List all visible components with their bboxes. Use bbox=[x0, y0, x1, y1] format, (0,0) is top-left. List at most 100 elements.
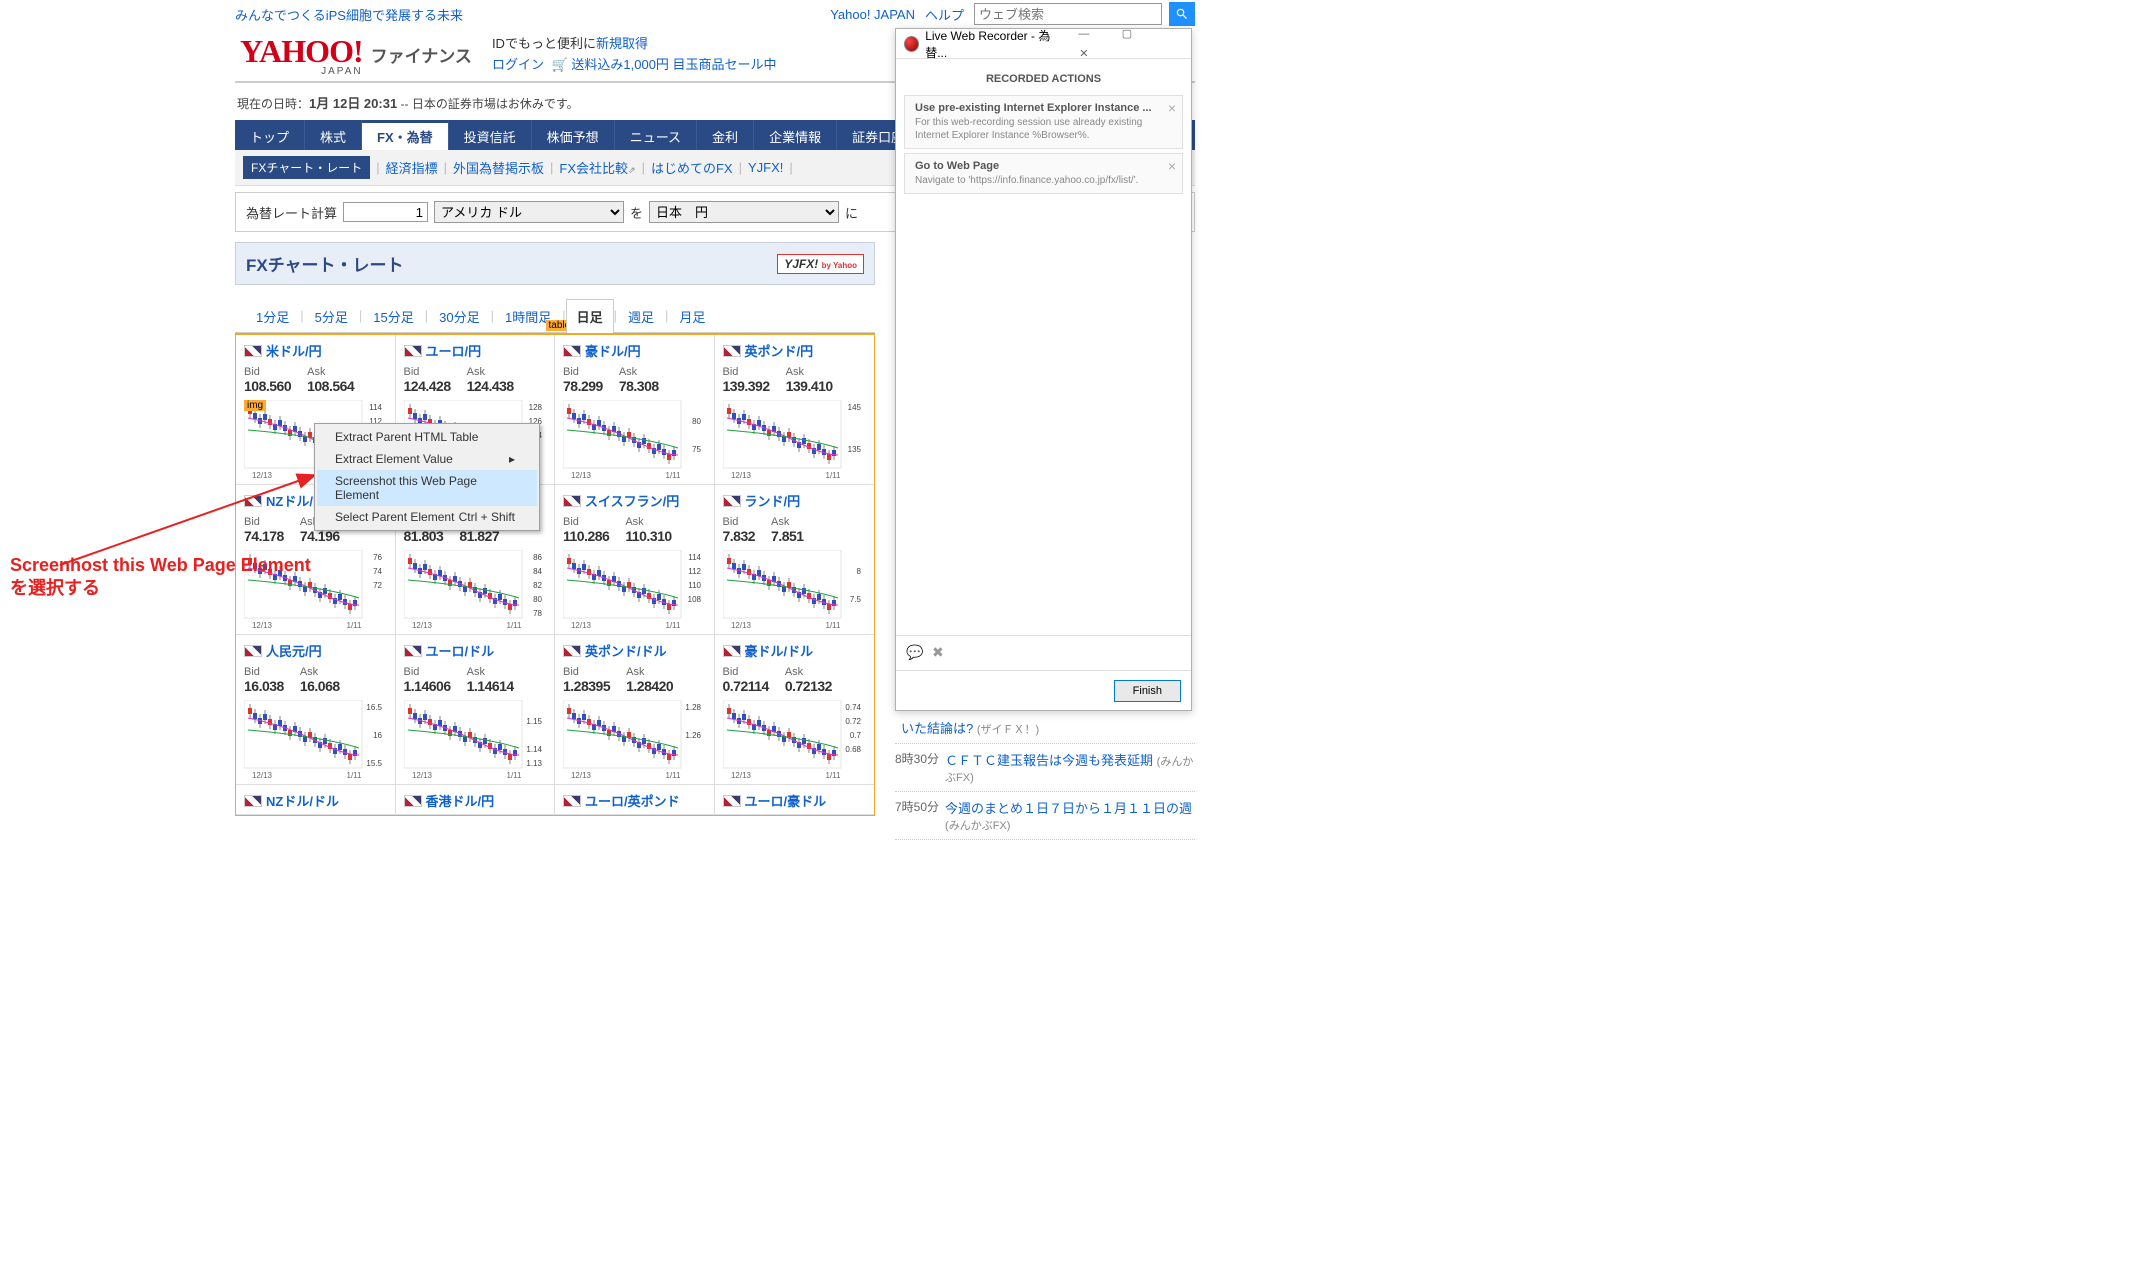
rate-cell[interactable]: 人民元/円 Bid16.038 Ask16.068 16.51615.512/1… bbox=[236, 635, 396, 785]
rate-cell[interactable]: 豪ドル/ドル Bid0.72114 Ask0.72132 0.740.720.7… bbox=[715, 635, 875, 785]
context-menu-item[interactable]: Extract Parent HTML Table bbox=[317, 426, 537, 448]
yjfx-badge[interactable]: YJFX! by Yahoo bbox=[777, 254, 864, 274]
news-item[interactable]: いた結論は? (ザイＦＸ！) bbox=[895, 712, 1195, 744]
rate-cell[interactable]: 香港ドル/円 bbox=[396, 785, 556, 815]
mini-chart: 16.51615.512/131/11 bbox=[244, 700, 387, 780]
timeframe-tab[interactable]: 日足 bbox=[566, 299, 614, 333]
svg-text:12/13: 12/13 bbox=[730, 771, 751, 780]
pair-name[interactable]: 英ポンド/円 bbox=[723, 341, 867, 360]
rate-cell[interactable]: 英ポンド/ドル Bid1.28395 Ask1.28420 1.281.2612… bbox=[555, 635, 715, 785]
svg-text:0.72: 0.72 bbox=[845, 717, 861, 726]
news-item[interactable]: 8時30分ＣＦＴＣ建玉報告は今週も発表延期 (みんかぶFX) bbox=[895, 744, 1195, 792]
subnav-item[interactable]: FX会社比較⇗ bbox=[559, 158, 635, 177]
flag-icon bbox=[244, 345, 262, 357]
close-button[interactable]: ✕ bbox=[1064, 44, 1104, 64]
svg-text:7.5: 7.5 bbox=[849, 595, 861, 604]
calc-to-select[interactable]: 日本 円 bbox=[649, 201, 839, 223]
yahoo-japan-link[interactable]: Yahoo! JAPAN bbox=[830, 7, 915, 22]
delete-icon[interactable]: ✖ bbox=[932, 644, 950, 658]
timeframe-tab[interactable]: 月足 bbox=[668, 299, 716, 333]
subnav-item[interactable]: はじめてのFX bbox=[651, 158, 733, 177]
svg-text:12/13: 12/13 bbox=[571, 621, 592, 630]
shopping-promo-link[interactable]: 送料込み1,000円 目玉商品セール中 bbox=[571, 57, 776, 72]
context-menu-item[interactable]: Extract Element Value▸ bbox=[317, 448, 537, 470]
pair-name[interactable]: 米ドル/円 bbox=[244, 341, 387, 360]
rate-cell[interactable]: 豪ドル/円 Bid78.299 Ask78.308 807512/131/11 bbox=[555, 335, 715, 485]
svg-text:1.28: 1.28 bbox=[685, 703, 701, 712]
nav-tab[interactable]: 企業情報 bbox=[754, 120, 837, 150]
rate-cell[interactable]: ユーロ/豪ドル bbox=[715, 785, 875, 815]
news-item[interactable]: 7時50分今週のまとめ１日７日から１月１１日の週 (みんかぶFX) bbox=[895, 792, 1195, 840]
timeframe-tab[interactable]: 1分足 bbox=[245, 299, 300, 333]
pair-name[interactable]: 豪ドル/円 bbox=[563, 341, 706, 360]
nav-tab[interactable]: 投資信託 bbox=[449, 120, 532, 150]
svg-text:145: 145 bbox=[847, 403, 861, 412]
rate-cell[interactable]: ユーロ/英ポンド bbox=[555, 785, 715, 815]
subnav-item[interactable]: YJFX! bbox=[748, 160, 783, 175]
recorded-action[interactable]: × Go to Web PageNavigate to 'https://inf… bbox=[904, 153, 1183, 194]
rate-cell[interactable]: 英ポンド/円 Bid139.392 Ask139.410 14513512/13… bbox=[715, 335, 875, 485]
pair-name[interactable]: 人民元/円 bbox=[244, 641, 387, 660]
flag-icon bbox=[244, 645, 262, 657]
timeframe-tabs: 1分足|5分足|15分足|30分足|1時間足table|日足|週足|月足 bbox=[235, 299, 875, 333]
pair-name[interactable]: 香港ドル/円 bbox=[404, 791, 547, 810]
pair-name[interactable]: ランド/円 bbox=[723, 491, 867, 510]
nav-tab[interactable]: 株価予想 bbox=[532, 120, 615, 150]
rate-cell[interactable]: NZドル/ドル bbox=[236, 785, 396, 815]
nav-tab[interactable]: FX・為替 bbox=[362, 120, 449, 150]
flag-icon bbox=[404, 345, 422, 357]
flag-icon bbox=[244, 795, 262, 807]
search-input[interactable] bbox=[974, 3, 1162, 25]
logo-yahoo[interactable]: YAHOO! JAPAN bbox=[240, 33, 363, 77]
context-menu-item[interactable]: Select Parent ElementCtrl + Shift bbox=[317, 506, 537, 528]
flag-icon bbox=[404, 795, 422, 807]
svg-text:16: 16 bbox=[373, 731, 382, 740]
maximize-button[interactable]: ▢ bbox=[1107, 23, 1147, 43]
pair-name[interactable]: 英ポンド/ドル bbox=[563, 641, 706, 660]
timeframe-tab[interactable]: 週足 bbox=[617, 299, 665, 333]
rate-cell[interactable]: ランド/円 Bid7.832 Ask7.851 87.512/131/11 bbox=[715, 485, 875, 635]
rate-cell[interactable]: ユーロ/ドル Bid1.14606 Ask1.14614 1.151.141.1… bbox=[396, 635, 556, 785]
section-title: FXチャート・レート bbox=[246, 251, 404, 276]
remove-action-icon[interactable]: × bbox=[1168, 158, 1176, 174]
pair-name[interactable]: NZドル/ドル bbox=[244, 791, 387, 810]
context-menu-item[interactable]: Screenshot this Web Page Element bbox=[317, 470, 537, 506]
subnav-item[interactable]: 経済指標 bbox=[386, 158, 438, 177]
pair-name[interactable]: ユーロ/英ポンド bbox=[563, 791, 706, 810]
svg-text:84: 84 bbox=[533, 567, 542, 576]
login-link[interactable]: ログイン bbox=[492, 57, 544, 72]
nav-tab[interactable]: トップ bbox=[235, 120, 305, 150]
recorded-action[interactable]: × Use pre-existing Internet Explorer Ins… bbox=[904, 95, 1183, 149]
svg-text:80: 80 bbox=[692, 417, 701, 426]
pair-name[interactable]: スイスフラン/円 bbox=[563, 491, 706, 510]
minimize-button[interactable]: — bbox=[1064, 24, 1104, 44]
timeframe-tab[interactable]: 30分足 bbox=[428, 299, 490, 333]
pair-name[interactable]: ユーロ/ドル bbox=[404, 641, 547, 660]
promo-link[interactable]: みんなでつくるiPS細胞で発展する未来 bbox=[235, 5, 463, 24]
calc-amount-input[interactable] bbox=[343, 202, 428, 222]
header-login-block: IDでもっと便利に新規取得 ログイン 🛒 送料込み1,000円 目玉商品セール中 bbox=[492, 34, 777, 76]
timeframe-tab[interactable]: 15分足 bbox=[362, 299, 424, 333]
nav-tab[interactable]: 株式 bbox=[305, 120, 362, 150]
pair-name[interactable]: 豪ドル/ドル bbox=[723, 641, 867, 660]
nav-tab[interactable]: ニュース bbox=[615, 120, 697, 150]
timeframe-tab[interactable]: 1時間足table bbox=[494, 299, 562, 333]
signup-link[interactable]: 新規取得 bbox=[596, 36, 648, 51]
svg-text:8: 8 bbox=[856, 567, 861, 576]
finish-button[interactable]: Finish bbox=[1114, 680, 1181, 702]
mini-chart: 1.151.141.1312/131/11 bbox=[404, 700, 547, 780]
timeframe-tab[interactable]: 5分足 bbox=[304, 299, 359, 333]
svg-text:86: 86 bbox=[533, 553, 542, 562]
help-link[interactable]: ヘルプ bbox=[925, 5, 964, 24]
rate-cell[interactable]: スイスフラン/円 Bid110.286 Ask110.310 114112110… bbox=[555, 485, 715, 635]
svg-text:135: 135 bbox=[847, 445, 861, 454]
remove-action-icon[interactable]: × bbox=[1168, 100, 1176, 116]
subnav-item[interactable]: 外国為替掲示板 bbox=[453, 158, 544, 177]
pair-name[interactable]: ユーロ/円 bbox=[404, 341, 547, 360]
comment-icon[interactable]: 💬 bbox=[906, 644, 924, 658]
calc-from-select[interactable]: アメリカ ドル bbox=[434, 201, 624, 223]
pair-name[interactable]: ユーロ/豪ドル bbox=[723, 791, 867, 810]
svg-text:1/11: 1/11 bbox=[666, 771, 682, 780]
svg-text:1/11: 1/11 bbox=[825, 621, 841, 630]
nav-tab[interactable]: 金利 bbox=[697, 120, 754, 150]
